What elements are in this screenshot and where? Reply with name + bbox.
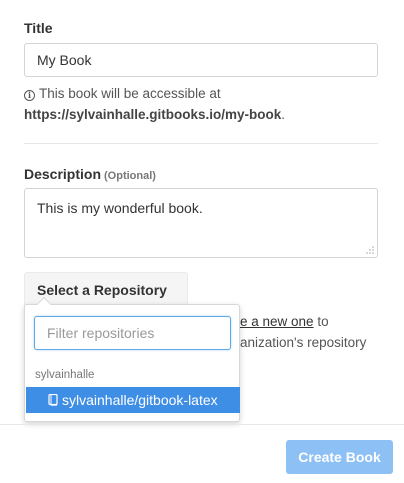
- description-textarea[interactable]: This is my wonderful book.: [24, 188, 378, 258]
- title-label: Title: [24, 20, 53, 36]
- org-repo-hint: anization's repository: [240, 335, 367, 350]
- create-repo-hint: e a new one to anization's repository: [240, 311, 366, 353]
- help-prefix: This book will be accessible at: [39, 86, 221, 101]
- footer-divider: [0, 424, 404, 425]
- description-label: Description (Optional): [24, 166, 156, 182]
- url-help-text: i This book will be accessible at https:/…: [24, 83, 384, 125]
- select-repository-label: Select a Repository: [37, 282, 167, 298]
- repository-dropdown: Filter repositories sylvainhalle sylvain…: [24, 296, 240, 422]
- repo-book-icon: [48, 394, 58, 406]
- repo-option-gitbook-latex[interactable]: sylvainhalle/gitbook-latex: [26, 387, 240, 413]
- help-suffix: .: [281, 107, 286, 122]
- section-divider: [24, 143, 378, 144]
- description-label-text: Description: [24, 166, 102, 182]
- book-url: https://sylvainhalle.gitbooks.io/my-book: [24, 107, 282, 122]
- info-icon: i: [24, 90, 35, 101]
- optional-tag: (Optional): [104, 170, 156, 182]
- create-book-button[interactable]: Create Book: [286, 440, 393, 474]
- description-value: This is my wonderful book.: [37, 200, 203, 216]
- create-repo-hint-suffix: to: [313, 314, 329, 329]
- resize-grip-icon[interactable]: [366, 246, 374, 254]
- create-new-link[interactable]: e a new one: [240, 314, 314, 329]
- repo-option-label: sylvainhalle/gitbook-latex: [62, 392, 218, 408]
- filter-repositories-input[interactable]: Filter repositories: [34, 316, 231, 350]
- repo-group-label: sylvainhalle: [35, 369, 95, 381]
- title-input[interactable]: My Book: [24, 43, 378, 77]
